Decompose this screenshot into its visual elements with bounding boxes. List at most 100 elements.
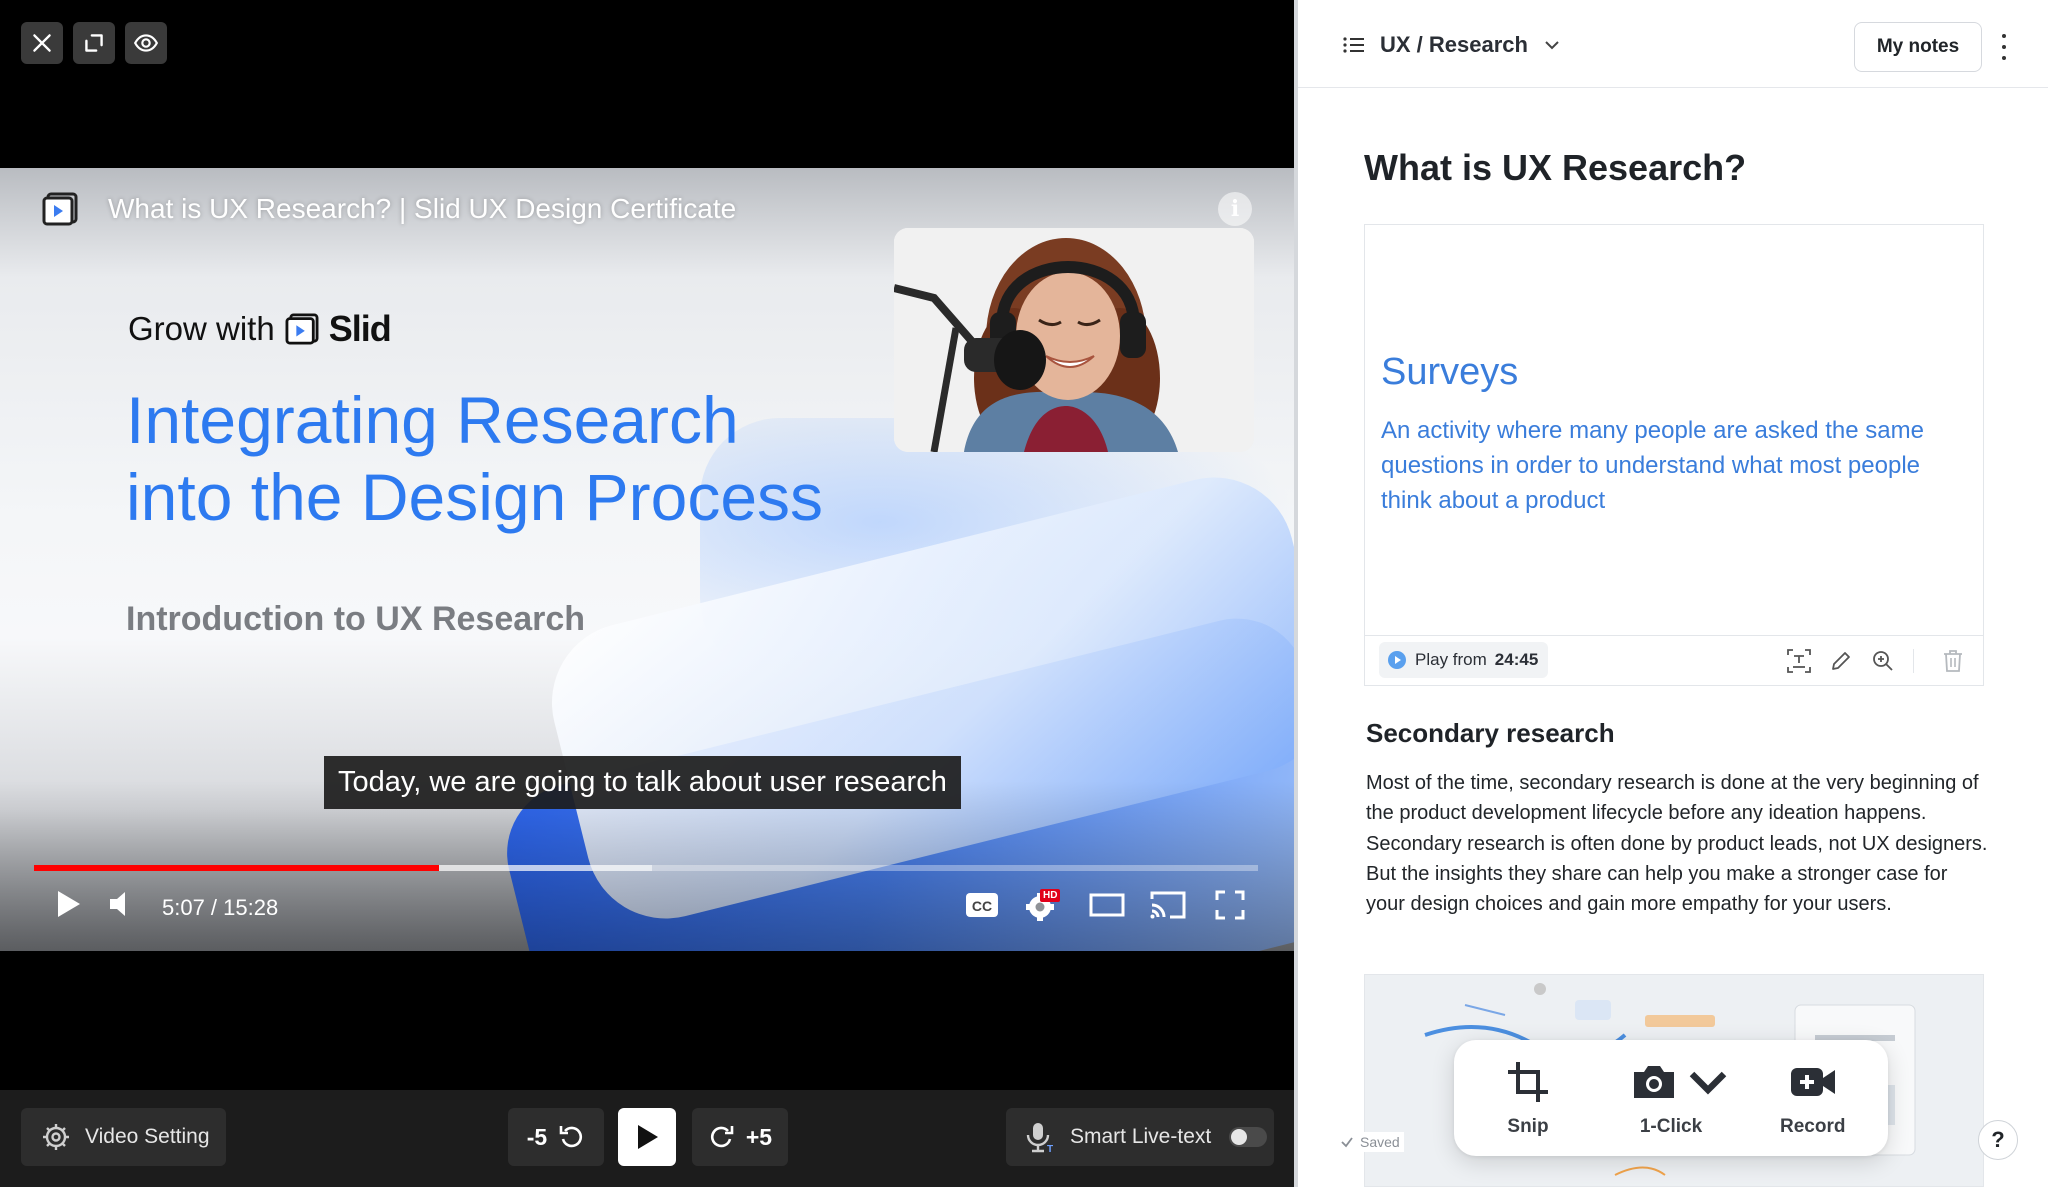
folder-breadcrumb[interactable]: UX / Research: [1342, 32, 1562, 58]
svg-text:T: T: [1047, 1144, 1053, 1154]
slide-brand-line: Grow with Slid: [128, 308, 392, 350]
fullscreen-button[interactable]: [1214, 889, 1246, 921]
rewind-label: -5: [526, 1123, 548, 1150]
gear-icon: [43, 1124, 69, 1150]
fullscreen-icon: [1215, 890, 1245, 920]
cast-icon: [1150, 891, 1186, 919]
crop-icon: [1508, 1062, 1548, 1102]
forward-icon: [710, 1126, 734, 1148]
video-setting-label: Video Setting: [85, 1125, 210, 1148]
play-icon: [58, 891, 80, 917]
list-icon: [1343, 37, 1364, 53]
snip-button[interactable]: Snip: [1504, 1058, 1552, 1138]
slid-logo-icon: [42, 192, 78, 226]
smart-live-text-control: T Smart Live-text: [1006, 1108, 1274, 1166]
snip-slide-image[interactable]: Surveys An activity where many people ar…: [1365, 225, 1983, 635]
video-record-icon: [1790, 1068, 1835, 1096]
snip-slide-body: An activity where many people are asked …: [1381, 417, 1924, 514]
exit-fullscreen-icon: [85, 34, 103, 52]
cc-icon: CC: [966, 893, 998, 917]
video-player[interactable]: What is UX Research? | Slid UX Design Ce…: [0, 168, 1294, 951]
volume-icon: [110, 892, 125, 916]
youtube-video-title[interactable]: What is UX Research? | Slid UX Design Ce…: [108, 193, 736, 225]
zoom-snip-button[interactable]: [1869, 647, 1897, 675]
delete-snip-button[interactable]: [1939, 647, 1967, 675]
section-heading[interactable]: Secondary research: [1366, 718, 1615, 749]
edit-snip-button[interactable]: [1827, 647, 1855, 675]
info-icon[interactable]: i: [1218, 192, 1252, 226]
camera-icon: [1634, 1066, 1674, 1098]
snip-card: Surveys An activity where many people ar…: [1364, 224, 1984, 686]
slide-headline-line: Integrating Research: [126, 383, 739, 457]
capture-toolbar: Snip 1-Click Record: [1454, 1040, 1888, 1156]
slide-subheading: Introduction to UX Research: [126, 600, 586, 638]
zoom-in-icon: [1873, 651, 1893, 671]
help-button[interactable]: ?: [1978, 1120, 2018, 1160]
mute-button[interactable]: [106, 887, 140, 921]
save-status: Saved: [1336, 1132, 1404, 1152]
document-title[interactable]: What is UX Research?: [1364, 147, 1746, 189]
one-click-capture-button[interactable]: 1-Click: [1630, 1058, 1732, 1138]
smart-live-text-toggle[interactable]: [1229, 1127, 1268, 1147]
record-button[interactable]: Record: [1780, 1058, 1845, 1138]
slid-logo-icon: [285, 313, 319, 345]
rewind-icon: [559, 1126, 583, 1148]
svg-text:CC: CC: [972, 898, 992, 914]
video-progress-bar[interactable]: [34, 865, 1258, 871]
notes-pane: UX / Research My notes What is UX Resear…: [1298, 0, 2048, 1187]
toolbar-divider: [1913, 649, 1914, 673]
play-icon: [638, 1125, 658, 1149]
close-icon: [33, 34, 51, 52]
pencil-icon: [1832, 652, 1850, 670]
microphone-icon: T: [1026, 1123, 1053, 1154]
forward-label: +5: [745, 1123, 773, 1150]
one-click-label: 1-Click: [1639, 1116, 1703, 1137]
video-bottom-bar: Video Setting -5 +5 T Smart Live-text: [0, 1090, 1294, 1187]
snip-toolbar: Play from 24:45: [1365, 635, 1983, 685]
check-icon: [1341, 1137, 1353, 1148]
extract-text-button[interactable]: [1785, 647, 1813, 675]
snip-slide-heading: Surveys: [1381, 351, 1519, 393]
chevron-down-icon: [1545, 41, 1559, 50]
close-button[interactable]: [21, 22, 63, 64]
play-from-button[interactable]: Play from 24:45: [1379, 642, 1549, 678]
hd-badge: HD: [1040, 889, 1061, 902]
rewind-5-button[interactable]: -5: [508, 1108, 604, 1166]
view-toggle-button[interactable]: [125, 22, 167, 64]
record-label: Record: [1780, 1116, 1846, 1137]
settings-button[interactable]: HD: [1024, 887, 1061, 923]
breadcrumb-label: UX / Research: [1380, 32, 1528, 57]
presenter-webcam-image: [894, 228, 1254, 452]
captions-button[interactable]: CC: [964, 891, 1000, 919]
slide-brand-name: Slid: [328, 308, 392, 349]
play-from-label: Play from: [1415, 650, 1487, 669]
time-display: 5:07 / 15:28: [162, 895, 279, 920]
play-circle-icon: [1388, 651, 1406, 669]
play-button[interactable]: [618, 1108, 676, 1166]
youtube-title-row: What is UX Research? | Slid UX Design Ce…: [42, 192, 736, 226]
my-notes-button[interactable]: My notes: [1854, 22, 1982, 72]
youtube-controls: 5:07 / 15:28 CC HD: [0, 883, 1294, 933]
more-options-icon[interactable]: [1998, 30, 2010, 64]
smart-live-text-label: Smart Live-text: [1070, 1125, 1212, 1148]
cast-button[interactable]: [1148, 889, 1188, 921]
video-setting-button[interactable]: Video Setting: [21, 1108, 226, 1166]
exit-fullscreen-button[interactable]: [73, 22, 115, 64]
eye-icon: [133, 34, 159, 52]
grow-with-text: Grow with: [128, 310, 275, 347]
theater-icon: [1089, 893, 1125, 917]
saved-label: Saved: [1360, 1134, 1400, 1150]
video-pane: What is UX Research? | Slid UX Design Ce…: [0, 0, 1294, 1187]
text-recognition-icon: [1787, 649, 1811, 673]
slide-headline-line: into the Design Process: [126, 460, 824, 534]
toggle-knob: [1231, 1129, 1248, 1145]
section-body-text[interactable]: Most of the time, secondary research is …: [1366, 768, 1990, 919]
slide-headline: Integrating Research into the Design Pro…: [126, 382, 886, 536]
snip-label: Snip: [1507, 1116, 1549, 1137]
play-from-time: 24:45: [1494, 650, 1539, 669]
youtube-play-button[interactable]: [52, 887, 84, 921]
theater-mode-button[interactable]: [1088, 891, 1126, 919]
forward-5-button[interactable]: +5: [692, 1108, 788, 1166]
chevron-down-icon[interactable]: [1684, 1058, 1732, 1106]
video-caption: Today, we are going to talk about user r…: [324, 756, 961, 809]
